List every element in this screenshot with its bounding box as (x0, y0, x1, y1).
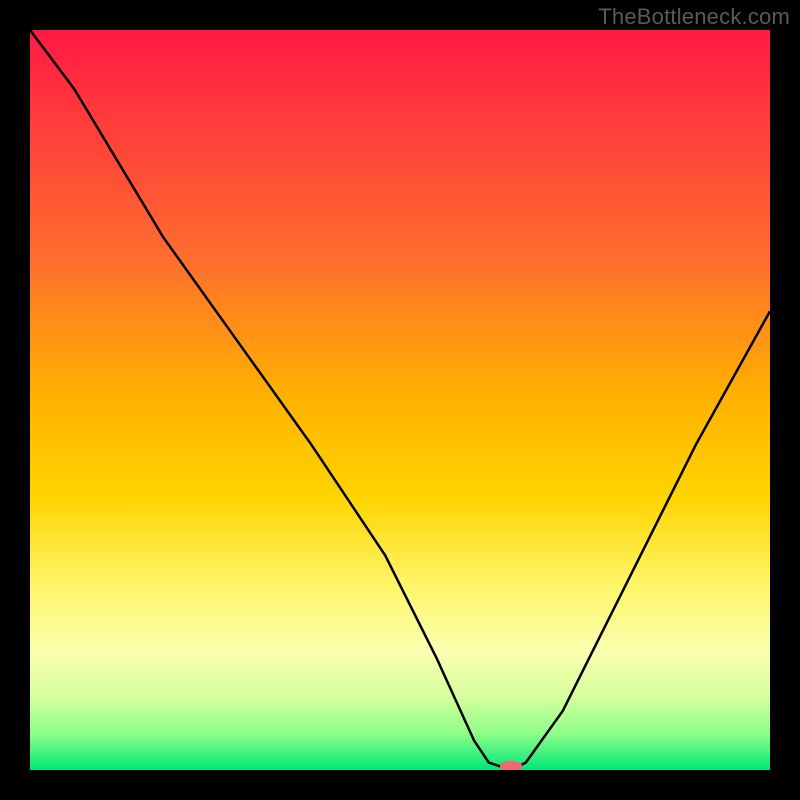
plot-area (30, 30, 770, 770)
gradient-background (30, 30, 770, 770)
bottleneck-chart: TheBottleneck.com (0, 0, 800, 800)
watermark-text: TheBottleneck.com (598, 4, 790, 30)
optimal-marker (500, 761, 522, 770)
